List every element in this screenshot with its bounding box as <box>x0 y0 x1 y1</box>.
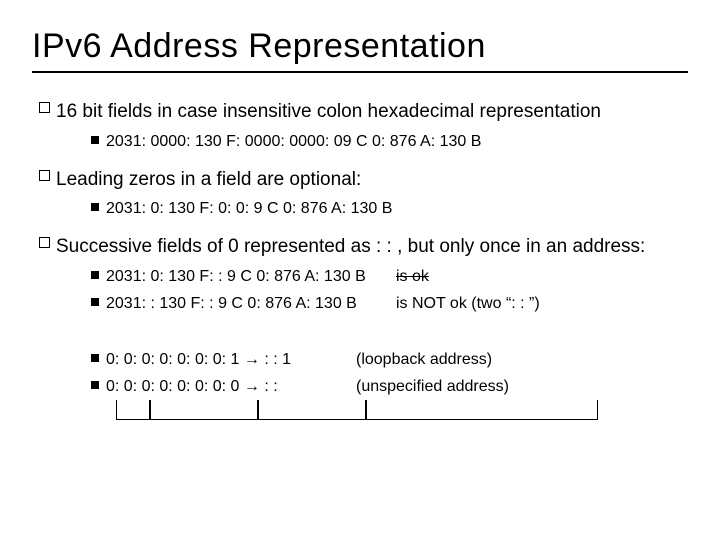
bullet-2-sub-1-text: 2031: 0: 130 F: 0: 0: 9 C 0: 876 A: 130 … <box>106 198 688 220</box>
filled-square-bullet-icon <box>84 349 106 362</box>
bullet-1-text: 16 bit fields in case insensitive colon … <box>56 99 688 125</box>
square-bullet-icon <box>32 234 56 248</box>
square-bullet-icon <box>32 99 56 113</box>
bullet-1-sublist: 2031: 0000: 130 F: 0000: 0000: 09 C 0: 8… <box>84 131 688 153</box>
bullet-3-sub-3-note: (loopback address) <box>356 349 688 371</box>
bullet-3-sublist-2: 0: 0: 0: 0: 0: 0: 0: 1 → : : 1 (loopback… <box>84 349 688 398</box>
bullet-3-sub-2-example: 2031: : 130 F: : 9 C 0: 876 A: 130 B <box>106 293 396 315</box>
bullet-3-sub-2-note: is NOT ok (two “: : ”) <box>396 293 688 315</box>
bullet-3-sub-4-example: 0: 0: 0: 0: 0: 0: 0: 0 → : : <box>106 376 356 398</box>
bullet-1-sub-1: 2031: 0000: 130 F: 0000: 0000: 09 C 0: 8… <box>84 131 688 153</box>
bullet-3-sub-2: 2031: : 130 F: : 9 C 0: 876 A: 130 B is … <box>84 293 688 315</box>
filled-square-bullet-icon <box>84 266 106 279</box>
bullet-2-sublist: 2031: 0: 130 F: 0: 0: 9 C 0: 876 A: 130 … <box>84 198 688 220</box>
connector-line <box>150 400 258 420</box>
slide: IPv6 Address Representation 16 bit field… <box>0 0 720 540</box>
bullet-3: Successive fields of 0 represented as : … <box>32 234 688 260</box>
filled-square-bullet-icon <box>84 293 106 306</box>
bullet-3-sub-1: 2031: 0: 130 F: : 9 C 0: 876 A: 130 B is… <box>84 266 688 288</box>
bullet-2: Leading zeros in a field are optional: <box>32 167 688 193</box>
bullet-3-sub-3-example: 0: 0: 0: 0: 0: 0: 0: 1 → : : 1 <box>106 349 356 371</box>
bullet-3-sub-4-note: (unspecified address) <box>356 376 688 398</box>
filled-square-bullet-icon <box>84 198 106 211</box>
bullet-3-text: Successive fields of 0 represented as : … <box>56 234 688 260</box>
bullet-3-sub-4: 0: 0: 0: 0: 0: 0: 0: 0 → : : (unspecifie… <box>84 376 688 398</box>
bullet-2-sub-1: 2031: 0: 130 F: 0: 0: 9 C 0: 876 A: 130 … <box>84 198 688 220</box>
bullet-3-sublist-1: 2031: 0: 130 F: : 9 C 0: 876 A: 130 B is… <box>84 266 688 315</box>
bullet-3-sub-1-note: is ok <box>396 266 688 288</box>
filled-square-bullet-icon <box>84 131 106 144</box>
bullet-3-sub-3: 0: 0: 0: 0: 0: 0: 0: 1 → : : 1 (loopback… <box>84 349 688 371</box>
slide-title: IPv6 Address Representation <box>32 28 688 65</box>
bullet-3-sub-1-example: 2031: 0: 130 F: : 9 C 0: 876 A: 130 B <box>106 266 396 288</box>
connector-line <box>366 400 598 420</box>
bullet-1: 16 bit fields in case insensitive colon … <box>32 99 688 125</box>
square-bullet-icon <box>32 167 56 181</box>
title-underline <box>32 71 688 73</box>
bullet-2-text: Leading zeros in a field are optional: <box>56 167 688 193</box>
bullet-1-sub-1-text: 2031: 0000: 130 F: 0000: 0000: 09 C 0: 8… <box>106 131 688 153</box>
connector-line <box>258 400 366 420</box>
connector-line <box>116 400 150 420</box>
filled-square-bullet-icon <box>84 376 106 389</box>
